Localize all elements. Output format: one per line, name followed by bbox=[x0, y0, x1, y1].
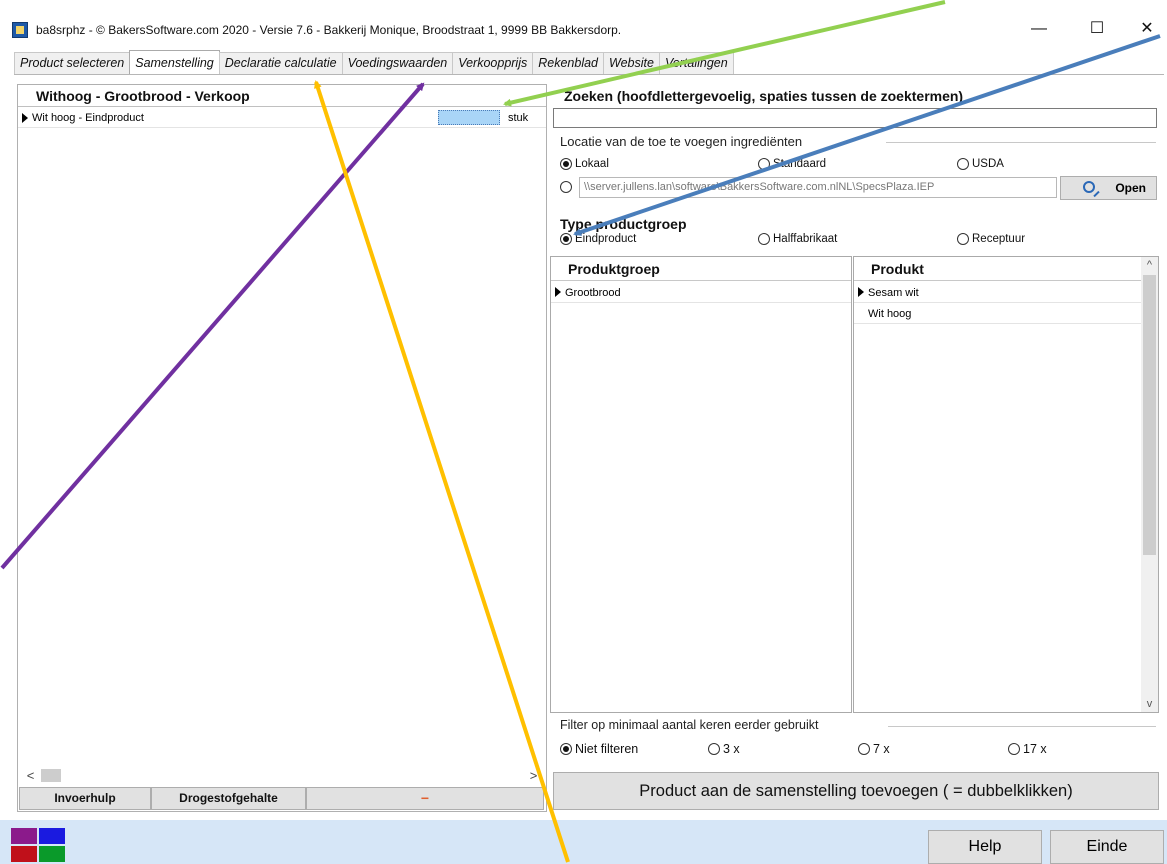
radio-dot-icon bbox=[957, 158, 969, 170]
list-item-label: Wit hoog bbox=[868, 308, 912, 320]
row-pointer-icon bbox=[858, 287, 864, 297]
type-label: Type productgroep bbox=[560, 216, 687, 232]
radio-label: Lokaal bbox=[575, 158, 609, 170]
radio-filter-7x[interactable]: 7 x bbox=[858, 742, 890, 756]
location-label: Locatie van de toe te voegen ingrediënte… bbox=[560, 134, 803, 149]
radio-eindproduct[interactable]: Eindproduct bbox=[560, 233, 636, 245]
scroll-up-icon[interactable]: ^ bbox=[1141, 259, 1158, 271]
remove-button[interactable]: − bbox=[306, 787, 544, 810]
radio-dot-icon bbox=[560, 181, 572, 193]
open-button-label: Open bbox=[1115, 181, 1146, 195]
composition-panel: Withoog - Grootbrood - Verkoop Wit hoog … bbox=[17, 84, 547, 812]
minimize-button[interactable]: — bbox=[1016, 14, 1062, 44]
radio-label: Niet filteren bbox=[575, 742, 639, 756]
filter-label: Filter op minimaal aantal keren eerder g… bbox=[560, 718, 819, 732]
scroll-down-icon[interactable]: v bbox=[1141, 698, 1158, 710]
divider bbox=[888, 726, 1156, 727]
radio-usda[interactable]: USDA bbox=[957, 158, 1004, 170]
productgroup-grid: Produktgroep Grootbrood bbox=[550, 256, 852, 713]
horizontal-scrollbar[interactable]: < > bbox=[22, 767, 542, 784]
radio-niet-filteren[interactable]: Niet filteren bbox=[560, 742, 638, 756]
tab-vertalingen[interactable]: Vertalingen bbox=[658, 52, 734, 74]
tab-verkoopprijs[interactable]: Verkoopprijs bbox=[452, 52, 534, 74]
radio-dot-icon bbox=[708, 743, 720, 755]
row-pointer-icon bbox=[555, 287, 561, 297]
maximize-button[interactable]: ☐ bbox=[1074, 14, 1120, 44]
radio-label: 17 x bbox=[1023, 742, 1047, 756]
radio-label: Halffabrikaat bbox=[773, 233, 838, 245]
radio-dot-icon bbox=[560, 743, 572, 755]
radio-lokaal[interactable]: Lokaal bbox=[560, 158, 609, 170]
einde-button[interactable]: Einde bbox=[1050, 830, 1164, 864]
list-item[interactable]: Sesam wit bbox=[854, 283, 1142, 303]
title-bar: ba8srphz - © BakersSoftware.com 2020 - V… bbox=[0, 0, 1167, 52]
scroll-left-icon[interactable]: < bbox=[22, 767, 39, 784]
vertical-scrollbar[interactable]: ^ v bbox=[1141, 257, 1158, 712]
ingredient-name: Wit hoog - Eindproduct bbox=[32, 112, 144, 124]
quantity-field[interactable] bbox=[438, 110, 500, 125]
divider bbox=[886, 142, 1156, 143]
window-title: ba8srphz - © BakersSoftware.com 2020 - V… bbox=[36, 23, 622, 37]
list-item-label: Sesam wit bbox=[868, 287, 919, 299]
radio-dot-icon bbox=[560, 158, 572, 170]
radio-label: 3 x bbox=[723, 742, 740, 756]
row-pointer-icon bbox=[22, 113, 28, 123]
radio-halffabrikaat[interactable]: Halffabrikaat bbox=[758, 233, 837, 245]
status-bar: Help Einde bbox=[0, 820, 1167, 864]
column-header: Produkt bbox=[871, 261, 924, 277]
radio-label: USDA bbox=[972, 158, 1004, 170]
search-icon bbox=[1083, 181, 1095, 193]
add-product-button[interactable]: Product aan de samenstelling toevoegen (… bbox=[553, 772, 1159, 810]
list-item-label: Grootbrood bbox=[565, 287, 621, 299]
column-header: Produktgroep bbox=[568, 261, 660, 277]
radio-dot-icon bbox=[957, 233, 969, 245]
composition-header: Withoog - Grootbrood - Verkoop bbox=[18, 85, 546, 107]
radio-dot-icon bbox=[758, 233, 770, 245]
close-button[interactable]: ✕ bbox=[1124, 14, 1167, 44]
tab-bar: Product selecteren Samenstelling Declara… bbox=[14, 50, 1164, 75]
open-button[interactable]: Open bbox=[1060, 176, 1157, 200]
tab-declaratie-calculatie[interactable]: Declaratie calculatie bbox=[218, 52, 343, 74]
radio-label: Receptuur bbox=[972, 233, 1026, 245]
radio-dot-icon bbox=[1008, 743, 1020, 755]
table-row[interactable]: Wit hoog - Eindproduct stuk bbox=[18, 109, 546, 128]
radio-custom-path[interactable] bbox=[560, 181, 575, 193]
scrollbar-thumb[interactable] bbox=[1143, 275, 1156, 555]
composition-title: Withoog - Grootbrood - Verkoop bbox=[36, 88, 250, 104]
search-input[interactable] bbox=[553, 108, 1157, 128]
tab-rekenblad[interactable]: Rekenblad bbox=[532, 52, 604, 74]
radio-receptuur[interactable]: Receptuur bbox=[957, 233, 1025, 245]
list-item[interactable]: Wit hoog bbox=[854, 304, 1142, 324]
drogestofgehalte-button[interactable]: Drogestofgehalte bbox=[151, 787, 306, 810]
help-button[interactable]: Help bbox=[928, 830, 1042, 864]
unit-label: stuk bbox=[508, 112, 529, 124]
tab-voedingswaarden[interactable]: Voedingswaarden bbox=[341, 52, 454, 74]
productgroup-header: Produktgroep bbox=[551, 257, 851, 281]
radio-label: 7 x bbox=[873, 742, 890, 756]
tab-website[interactable]: Website bbox=[603, 52, 660, 74]
tab-product-selecteren[interactable]: Product selecteren bbox=[14, 52, 131, 74]
radio-standaard[interactable]: Standaard bbox=[758, 158, 826, 170]
tab-samenstelling[interactable]: Samenstelling bbox=[129, 50, 220, 74]
search-label: Zoeken (hoofdlettergevoelig, spaties tus… bbox=[564, 88, 964, 104]
radio-filter-3x[interactable]: 3 x bbox=[708, 742, 740, 756]
composition-buttons: Invoerhulp Drogestofgehalte − bbox=[19, 787, 545, 810]
invoerhulp-button[interactable]: Invoerhulp bbox=[19, 787, 151, 810]
path-field[interactable]: \\server.jullens.lan\software\BakkersSof… bbox=[579, 177, 1057, 198]
list-item[interactable]: Grootbrood bbox=[551, 283, 851, 303]
radio-filter-17x[interactable]: 17 x bbox=[1008, 742, 1047, 756]
scrollbar-thumb[interactable] bbox=[41, 769, 61, 782]
scroll-right-icon[interactable]: > bbox=[525, 767, 542, 784]
product-grid: Produkt Sesam wit Wit hoog ^ v bbox=[853, 256, 1159, 713]
product-header: Produkt bbox=[854, 257, 1142, 281]
radio-dot-icon bbox=[560, 233, 572, 245]
radio-label: Standaard bbox=[773, 158, 827, 170]
radio-dot-icon bbox=[858, 743, 870, 755]
radio-dot-icon bbox=[758, 158, 770, 170]
bakerssoftware-logo-icon bbox=[11, 828, 67, 864]
app-icon bbox=[12, 22, 28, 38]
radio-label: Eindproduct bbox=[575, 233, 637, 245]
